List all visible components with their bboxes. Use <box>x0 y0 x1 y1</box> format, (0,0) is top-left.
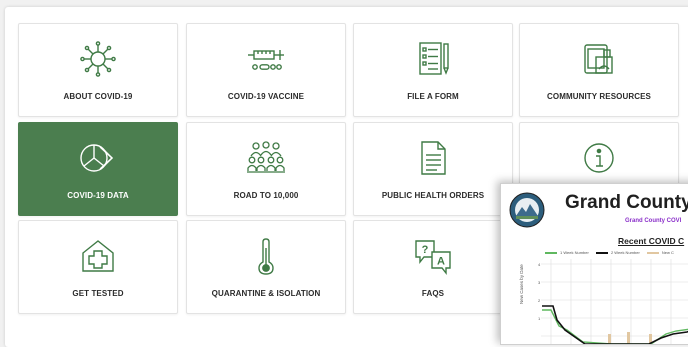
tile-quarantine-isolation[interactable]: QUARANTINE & ISOLATION <box>186 220 346 314</box>
tile-label: COVID-19 VACCINE <box>227 92 305 101</box>
y-tick-label: 1 <box>538 316 541 321</box>
virus-icon <box>80 41 116 77</box>
tile-covid-19-vaccine[interactable]: COVID-19 VACCINE <box>186 23 346 117</box>
tile-label: COMMUNITY RESOURCES <box>547 92 651 101</box>
tile-faqs[interactable]: ? A FAQS <box>353 220 513 314</box>
faq-bubbles-icon: ? A <box>415 240 451 275</box>
syringe-icon <box>248 50 284 70</box>
series-line <box>542 309 688 344</box>
svg-text:A: A <box>437 256 445 268</box>
grand-county-chart-preview[interactable]: Grand County Grand County COVI Recent CO… <box>500 183 688 345</box>
y-tick-label: 2 <box>538 298 541 303</box>
community-resources-icon <box>584 44 613 74</box>
form-icon <box>419 42 449 75</box>
chart-plot: 4 3 2 1 <box>538 259 688 344</box>
tile-file-a-form[interactable]: FILE A FORM <box>353 23 513 117</box>
thermometer-icon <box>258 238 274 275</box>
info-icon <box>584 143 614 173</box>
tile-label: FILE A FORM <box>407 92 459 101</box>
tile-label: QUARANTINE & ISOLATION <box>211 289 321 298</box>
y-tick-label: 3 <box>538 280 541 285</box>
y-tick-label: 4 <box>538 262 541 267</box>
tile-get-tested[interactable]: GET TESTED <box>18 220 178 314</box>
tile-road-to-10000[interactable]: ROAD TO 10,000 <box>186 122 346 216</box>
svg-text:?: ? <box>422 244 429 256</box>
pie-chart-icon <box>80 144 114 172</box>
document-icon <box>421 141 446 175</box>
tile-label: ROAD TO 10,000 <box>233 191 299 200</box>
tile-community-resources[interactable]: COMMUNITY RESOURCES <box>519 23 679 117</box>
bar <box>608 334 611 344</box>
tile-covid-19-data[interactable]: COVID-19 DATA <box>18 122 178 216</box>
series-line <box>542 305 688 344</box>
medical-cross-icon <box>82 240 114 272</box>
tile-label: ABOUT COVID-19 <box>63 92 133 101</box>
tile-public-health-orders[interactable]: PUBLIC HEALTH ORDERS <box>353 122 513 216</box>
group-icon <box>247 141 285 173</box>
tile-about-covid-19[interactable]: ABOUT COVID-19 <box>18 23 178 117</box>
tile-label: GET TESTED <box>72 289 124 298</box>
tile-label: PUBLIC HEALTH ORDERS <box>381 191 485 200</box>
tile-label: FAQS <box>421 289 445 298</box>
tile-label: COVID-19 DATA <box>67 191 129 200</box>
bar <box>627 332 630 344</box>
